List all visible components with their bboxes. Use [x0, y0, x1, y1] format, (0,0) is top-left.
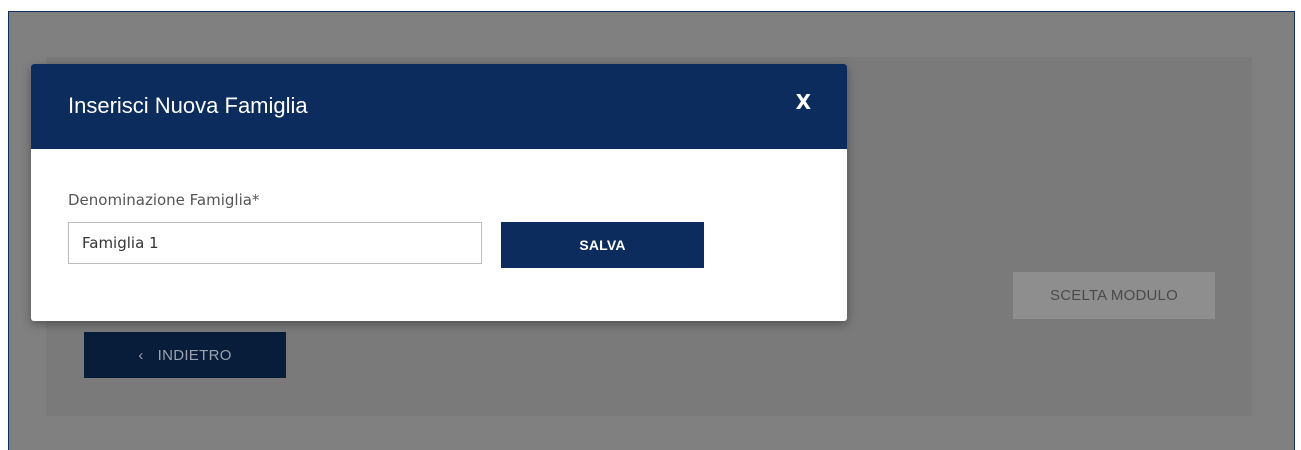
save-button[interactable]: SALVA [501, 222, 704, 268]
close-button[interactable]: X [796, 90, 811, 114]
modal-body: Denominazione Famiglia* SALVA [31, 149, 847, 321]
family-name-input[interactable] [68, 222, 482, 264]
new-family-modal: Inserisci Nuova Famiglia X Denominazione… [31, 64, 847, 321]
module-choice-button[interactable]: SCELTA MODULO [1013, 272, 1215, 319]
chevron-left-icon: ‹ [138, 346, 144, 364]
back-button[interactable]: ‹ INDIETRO [84, 332, 286, 378]
family-name-label: Denominazione Famiglia* [68, 191, 260, 209]
modal-title: Inserisci Nuova Famiglia [68, 93, 308, 118]
modal-header: Inserisci Nuova Famiglia X [31, 64, 847, 149]
back-button-label: INDIETRO [157, 346, 232, 364]
